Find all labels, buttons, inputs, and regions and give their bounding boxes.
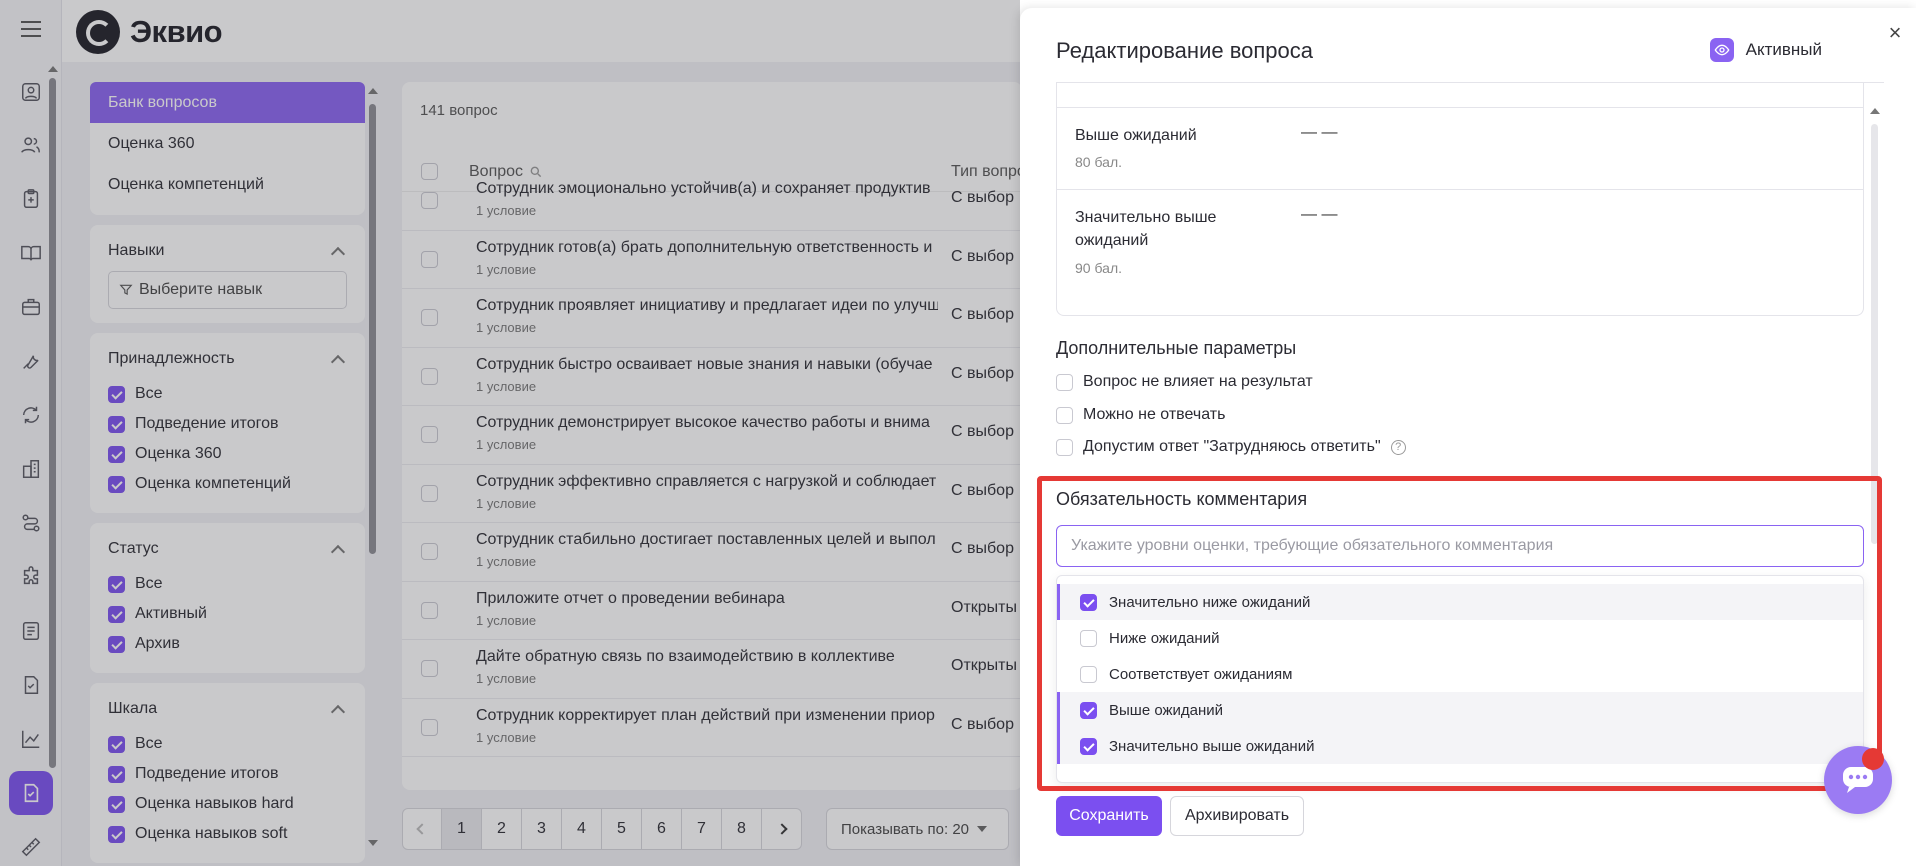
level-value[interactable]: — — xyxy=(1301,124,1337,142)
close-icon[interactable]: × xyxy=(1884,22,1906,44)
drawer-title: Редактирование вопроса xyxy=(1056,38,1313,63)
status-toggle[interactable]: Активный xyxy=(1709,38,1822,62)
dropdown-option[interactable]: Значительно ниже ожиданий xyxy=(1057,584,1863,620)
level-points: 90 бал. xyxy=(1075,260,1123,276)
level-name: Выше ожиданий xyxy=(1075,127,1197,144)
dropdown-option[interactable]: Значительно выше ожиданий xyxy=(1057,728,1863,764)
level-name: Значительно выше ожиданий xyxy=(1075,209,1217,249)
help-icon[interactable]: ? xyxy=(1390,439,1406,455)
checkbox[interactable] xyxy=(1080,665,1097,683)
checkbox[interactable] xyxy=(1080,737,1097,755)
option-label: Допустим ответ "Затрудняюсь ответить" xyxy=(1083,438,1381,455)
modal-overlay[interactable] xyxy=(0,0,1020,866)
option-label: Значительно выше ожиданий xyxy=(1109,737,1315,755)
dropdown-option[interactable]: Ниже ожиданий xyxy=(1057,620,1863,656)
status-label: Активный xyxy=(1745,40,1822,59)
level-value[interactable]: — — xyxy=(1301,206,1337,224)
checkbox[interactable] xyxy=(1056,406,1073,424)
comment-required-title: Обязательность комментария xyxy=(1056,489,1308,509)
comment-levels-dropdown: Значительно ниже ожиданий Ниже ожиданий … xyxy=(1056,575,1864,783)
option-label: Вопрос не влияет на результат xyxy=(1083,373,1313,390)
level-points: 80 бал. xyxy=(1075,154,1123,170)
scale-levels-list: Выше ожиданий 80 бал. — — Значительно вы… xyxy=(1056,83,1864,316)
eye-icon xyxy=(1709,38,1734,62)
option-hard-to-answer[interactable]: Допустим ответ "Затрудняюсь ответить"? xyxy=(1056,438,1406,456)
extra-params-title: Дополнительные параметры xyxy=(1056,338,1297,358)
dropdown-option[interactable]: Соответствует ожиданиям xyxy=(1057,656,1863,692)
option-label: Значительно ниже ожиданий xyxy=(1109,593,1311,611)
checkbox[interactable] xyxy=(1080,701,1097,719)
option-optional-answer[interactable]: Можно не отвечать xyxy=(1056,406,1225,424)
option-label: Можно не отвечать xyxy=(1083,406,1226,423)
dropdown-option[interactable]: Выше ожиданий xyxy=(1057,692,1863,728)
checkbox[interactable] xyxy=(1056,438,1073,456)
level-row-partial xyxy=(1057,83,1863,108)
option-label: Выше ожиданий xyxy=(1109,701,1224,719)
level-row: Значительно выше ожиданий 90 бал. — — xyxy=(1057,190,1863,300)
comment-levels-input[interactable] xyxy=(1056,525,1864,567)
notification-badge xyxy=(1862,748,1884,770)
checkbox[interactable] xyxy=(1056,373,1073,391)
save-button[interactable]: Сохранить xyxy=(1056,796,1162,836)
drawer-scrollbar[interactable] xyxy=(1870,108,1880,558)
option-no-affect[interactable]: Вопрос не влияет на результат xyxy=(1056,373,1313,391)
level-row: Выше ожиданий 80 бал. — — xyxy=(1057,108,1863,190)
archive-button[interactable]: Архивировать xyxy=(1170,796,1304,836)
option-label: Ниже ожиданий xyxy=(1109,629,1220,647)
option-label: Соответствует ожиданиям xyxy=(1109,665,1293,683)
edit-question-drawer: Редактирование вопроса Активный × Выше о… xyxy=(1020,8,1916,866)
checkbox[interactable] xyxy=(1080,629,1097,647)
checkbox[interactable] xyxy=(1080,593,1097,611)
